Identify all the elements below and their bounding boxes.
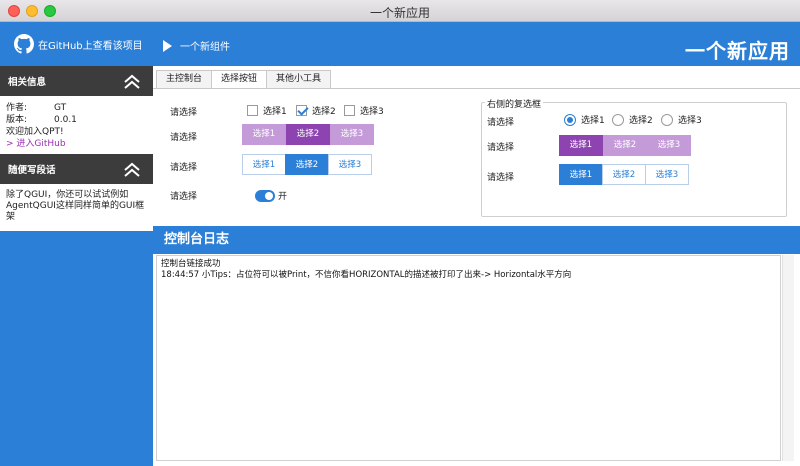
row-label: 请选择 [487,173,515,183]
notes-section-title: 随便写段话 [8,165,56,176]
segment-option-1-selected[interactable]: 选择1 [559,164,603,185]
row-label: 请选择 [170,163,198,173]
radio-label: 选择1 [581,116,605,126]
author-value: GT [54,103,67,113]
tab-select-buttons[interactable]: 选择按钮 [211,70,268,89]
console-title: 控制台日志 [153,226,800,254]
segment-option-2[interactable]: 选择2 [603,135,647,156]
github-icon [14,34,34,54]
radio-3[interactable]: 选择3 [661,113,702,126]
window-titlebar: 一个新应用 [0,0,800,22]
notes-section-body: 除了QGUI，你还可以试试例如AgentQGUI这样同样简单的GUI框架 [0,184,153,231]
radio-button-selected[interactable] [564,113,576,126]
segment-option-1-selected[interactable]: 选择1 [559,135,603,156]
segment-option-3[interactable]: 选择3 [328,154,372,175]
app-header: 在GitHub上查看该项目 一个新组件 一个新应用 [0,22,800,66]
checkbox-label: 选择2 [312,107,336,117]
tab-divider [153,88,800,89]
radio-button[interactable] [661,113,673,126]
main-panel: 主控制台 选择按钮 其他小工具 请选择 选择1 选择2 选择3 请选择 选择1 … [153,66,800,466]
tab-main-console[interactable]: 主控制台 [156,70,213,88]
radio-label: 选择3 [678,116,702,126]
checkbox-3[interactable]: 选择3 [344,104,384,117]
github-link[interactable]: > 进入GitHub [6,138,147,150]
purple-segmented-control: 选择1 选择2 选择3 [242,124,374,145]
toggle-label: 开 [278,192,288,202]
console-line: 18:44:57 小Tips：占位符可以被Print，不信你看HORIZONTA… [161,270,572,280]
author-key: 作者: [6,103,28,113]
version-row: 版本: 0.0.1 [6,114,147,126]
row-label: 请选择 [170,133,198,143]
new-component-label: 一个新组件 [180,42,230,53]
segment-option-1[interactable]: 选择1 [242,124,286,145]
right-purple-segmented-control: 选择1 选择2 选择3 [559,135,691,156]
checkbox-box-checked[interactable] [296,105,307,116]
checkbox-box[interactable] [247,105,258,116]
version-value: 0.0.1 [54,115,77,125]
segment-option-2-selected[interactable]: 选择2 [285,154,329,175]
right-blue-segmented-control: 选择1 选择2 选择3 [559,164,689,185]
version-key: 版本: [6,115,28,125]
double-chevron-up-icon[interactable] [123,73,141,91]
toggle-switch[interactable]: 开 [255,189,287,202]
radio-label: 选择2 [629,116,653,126]
segment-option-2[interactable]: 选择2 [602,164,646,185]
radio-1[interactable]: 选择1 [564,113,605,126]
radio-button[interactable] [612,113,624,126]
info-section-body: 作者: GT 版本: 0.0.1 欢迎加入QPT! > 进入GitHub [0,96,153,154]
segment-option-3[interactable]: 选择3 [330,124,374,145]
tab-bar: 主控制台 选择按钮 其他小工具 [156,70,332,89]
row-label: 请选择 [487,118,515,128]
checkbox-box[interactable] [344,105,355,116]
github-label: 在GitHub上查看该项目 [38,40,143,52]
info-section-header[interactable]: 相关信息 [0,66,153,96]
notes-section-header[interactable]: 随便写段话 [0,154,153,184]
segment-option-3[interactable]: 选择3 [647,135,691,156]
new-component-button[interactable]: 一个新组件 [163,38,230,53]
author-row: 作者: GT [6,102,147,114]
checkbox-2[interactable]: 选择2 [296,104,336,117]
segment-option-2-selected[interactable]: 选择2 [286,124,330,145]
segment-option-3[interactable]: 选择3 [645,164,689,185]
play-icon [163,39,172,52]
console-scrollbar[interactable] [782,255,794,461]
console-log[interactable]: 控制台链接成功 18:44:57 小Tips：占位符可以被Print，不信你看H… [156,255,781,461]
info-section-title: 相关信息 [8,77,47,88]
tab-other-tools[interactable]: 其他小工具 [266,70,332,88]
checkbox-label: 选择3 [360,107,384,117]
window-title: 一个新应用 [369,6,430,20]
blue-segmented-control: 选择1 选择2 选择3 [242,154,372,175]
console-line: 控制台链接成功 [161,259,221,269]
row-label: 请选择 [487,143,515,153]
app-title: 一个新应用 [685,39,790,63]
welcome-text: 欢迎加入QPT! [6,127,64,137]
toggle-knob[interactable] [255,189,275,202]
group-title: 右侧的复选框 [485,97,544,110]
sidebar: 相关信息 作者: GT 版本: 0.0.1 欢迎加入QPT! > 进入GitHu… [0,66,153,466]
github-button[interactable]: 在GitHub上查看该项目 [14,34,143,54]
row-label: 请选择 [170,192,198,202]
checkbox-1[interactable]: 选择1 [247,104,287,117]
radio-2[interactable]: 选择2 [612,113,653,126]
double-chevron-up-icon[interactable] [123,161,141,179]
row-label: 请选择 [170,108,198,118]
segment-option-1[interactable]: 选择1 [242,154,286,175]
checkbox-label: 选择1 [263,107,287,117]
